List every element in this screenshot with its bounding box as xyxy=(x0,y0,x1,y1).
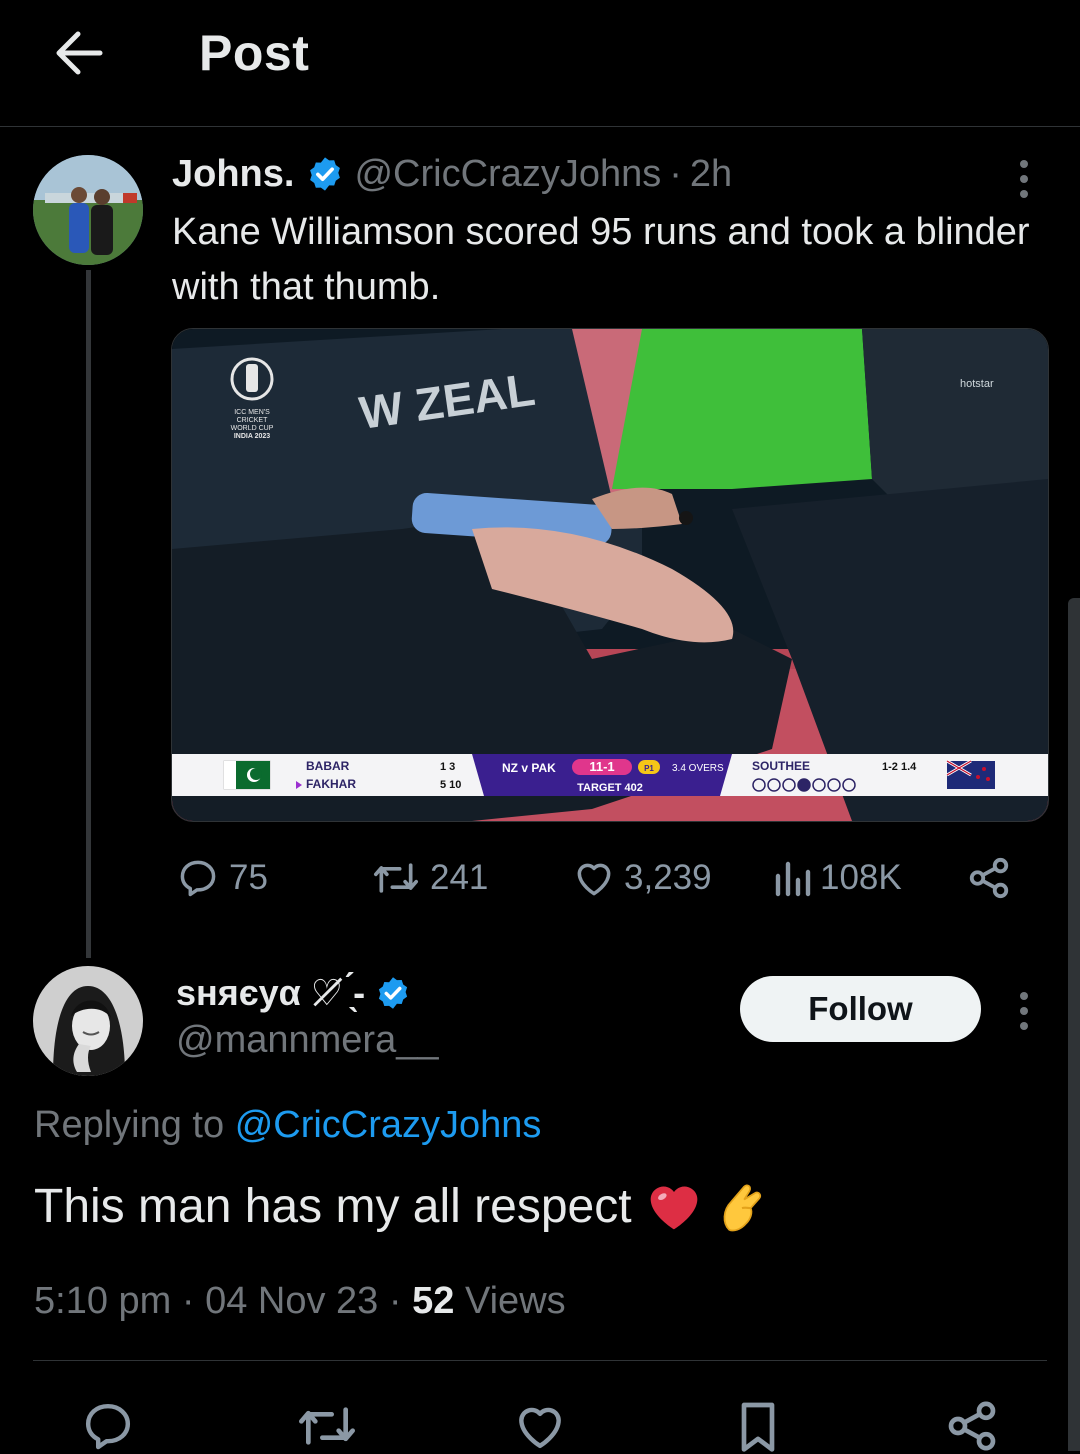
tweet-text: Kane Williamson scored 95 runs and took … xyxy=(172,211,1030,308)
heart-icon xyxy=(577,863,611,896)
svg-text:INDIA 2023: INDIA 2023 xyxy=(234,433,270,440)
share-button[interactable] xyxy=(966,853,1012,903)
svg-text:TARGET 402: TARGET 402 xyxy=(577,782,643,794)
repost-count: 241 xyxy=(430,858,489,897)
reply-icon[interactable] xyxy=(80,1398,136,1454)
repost-icon[interactable] xyxy=(296,1398,358,1454)
replying-to: Replying to @CricCrazyJohns xyxy=(34,1104,541,1147)
svg-text:5 10: 5 10 xyxy=(440,779,461,791)
page-title: Post xyxy=(199,25,310,81)
reply-text: This man has my all respect xyxy=(34,1179,632,1233)
reply-author: sʜяєуα ♡̸ ̖́- xyxy=(176,968,411,1018)
scrollbar[interactable] xyxy=(1068,598,1080,1451)
svg-text:SOUTHEE: SOUTHEE xyxy=(752,759,810,773)
reply-button[interactable]: 75 xyxy=(175,853,268,903)
bookmark-icon[interactable] xyxy=(730,1398,786,1454)
tweet-media-image[interactable]: W ZEAL ICC MEN'S CRICKET WORLD CUP INDIA… xyxy=(171,328,1049,822)
post-date[interactable]: 04 Nov 23 xyxy=(205,1280,378,1322)
svg-text:11-1: 11-1 xyxy=(589,759,614,774)
like-count: 3,239 xyxy=(624,858,712,897)
replying-to-handle[interactable]: @CricCrazyJohns xyxy=(235,1104,542,1146)
follow-button[interactable]: Follow xyxy=(740,976,981,1042)
avatar[interactable] xyxy=(33,155,143,265)
like-button[interactable]: 3,239 xyxy=(572,853,712,903)
svg-text:CRICKET: CRICKET xyxy=(237,417,268,424)
reply-handle[interactable]: @mannmera__ xyxy=(176,1019,438,1062)
parent-tweet-header: Johns. @CricCrazyJohns · 2h xyxy=(172,150,732,198)
svg-text:FAKHAR: FAKHAR xyxy=(306,777,356,791)
share-icon[interactable] xyxy=(944,1398,1000,1454)
top-bar: Post xyxy=(0,0,1080,127)
repost-button[interactable]: 241 xyxy=(370,853,488,903)
repost-icon xyxy=(374,863,418,893)
views-count: 52 xyxy=(412,1280,455,1322)
svg-text:P1: P1 xyxy=(644,764,654,773)
svg-text:1-2 1.4: 1-2 1.4 xyxy=(882,761,917,773)
analytics-icon xyxy=(775,861,811,897)
svg-text:WORLD CUP: WORLD CUP xyxy=(231,425,274,432)
svg-text:NZ v PAK: NZ v PAK xyxy=(502,761,556,775)
svg-text:1 3: 1 3 xyxy=(440,761,455,773)
post-time[interactable]: 5:10 pm xyxy=(34,1280,171,1322)
views-button[interactable]: 108K xyxy=(772,853,902,903)
verified-badge-icon xyxy=(310,157,341,191)
back-arrow-icon[interactable] xyxy=(52,28,104,78)
author-display-name[interactable]: Johns. xyxy=(172,153,294,196)
replying-to-label: Replying to xyxy=(34,1104,225,1146)
pinching-hand-emoji xyxy=(723,1184,761,1232)
svg-text:BABAR: BABAR xyxy=(306,759,350,773)
separator-dot: · xyxy=(669,152,682,195)
verified-badge-icon xyxy=(378,977,408,1009)
reply-icon xyxy=(180,860,216,897)
score-bar: BABAR FAKHAR 1 3 5 10 NZ v PAK 11-1 P1 3… xyxy=(172,754,1048,796)
reply-display-name[interactable]: sʜяєуα ♡̸ ̖́- xyxy=(176,972,365,1014)
more-options-icon[interactable] xyxy=(1020,160,1032,205)
post-metadata: 5:10 pm · 04 Nov 23 · 52 Views xyxy=(34,1280,566,1322)
reply-count: 75 xyxy=(229,858,268,897)
heart-icon[interactable] xyxy=(512,1398,568,1454)
thread-connector-line xyxy=(86,270,91,958)
svg-text:3.4 OVERS: 3.4 OVERS xyxy=(672,763,724,774)
views-count: 108K xyxy=(820,858,902,897)
post-time[interactable]: 2h xyxy=(690,153,732,196)
reply-body: This man has my all respect xyxy=(34,1178,768,1234)
red-heart-emoji xyxy=(650,1186,697,1230)
reply-avatar[interactable] xyxy=(33,966,143,1076)
svg-text:ICC MEN'S: ICC MEN'S xyxy=(234,409,270,416)
divider xyxy=(33,1360,1047,1361)
author-handle[interactable]: @CricCrazyJohns xyxy=(354,153,661,196)
share-icon xyxy=(969,857,1009,899)
views-label: Views xyxy=(464,1280,566,1322)
broadcaster-watermark: hotstar xyxy=(960,378,994,390)
more-options-icon[interactable] xyxy=(1020,992,1032,1037)
